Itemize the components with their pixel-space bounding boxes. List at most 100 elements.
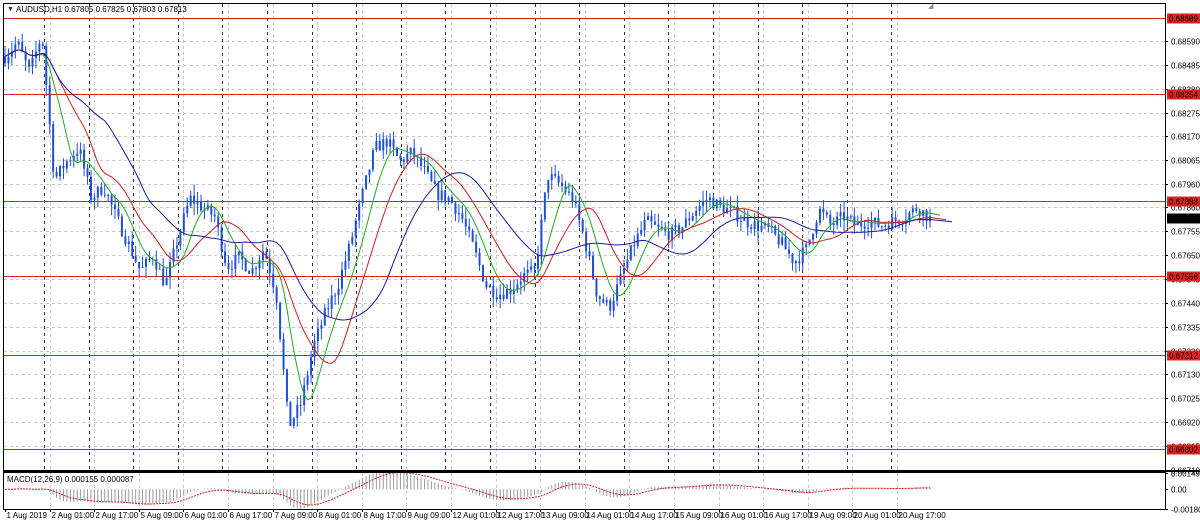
candle-body [536,255,539,269]
time-tick-label: 16 Aug 01:00 [721,511,769,520]
time-tick-label: 1 Aug 2019 [7,511,48,520]
candle-body [454,202,457,214]
time-axis: 1 Aug 2019 2 Aug 01:00 2 Aug 17:00 5 Aug 09… [5,509,946,520]
candle-body [127,241,130,245]
candle-body [609,300,612,311]
candle-body [406,154,409,162]
current-price-label: 0.67813 [1169,215,1198,224]
candle-body [640,230,643,234]
candle-body [148,258,151,260]
candle-body [354,220,357,237]
candle-body [279,302,282,340]
candle-body [389,139,392,147]
candle-body [244,259,247,271]
candle-body [578,203,581,220]
candle-body [83,149,86,169]
candle-body [722,204,725,214]
candle-body [839,212,842,217]
candle-body [633,245,636,247]
chart-shift-icon[interactable]: ◢ [928,3,934,10]
price-tick-label: 0.68170 [1171,133,1200,142]
price-chart[interactable]: 0.685900.684850.683800.682750.681700.680… [0,0,1200,523]
macd-tick-label: 0.00 [1171,486,1187,495]
candle-body [255,268,258,270]
candle-body [818,208,821,223]
candle-body [31,57,34,67]
candle-body [746,217,749,228]
candle-body [753,220,756,229]
symbol-info: AUDUSD,H1 0.67805 0.67825 0.67803 0.6781… [16,5,187,14]
candle-body [457,213,460,215]
candle-body [368,169,371,176]
time-tick-label: 13 Aug 09:00 [542,511,590,520]
time-tick-label: 19 Aug 09:00 [810,511,858,520]
candle-body [375,141,378,151]
candle-body [581,219,584,232]
candle-body [48,85,51,125]
candle-body [371,150,374,170]
candle-body [691,215,694,221]
collapse-icon[interactable]: ▼ [7,6,14,13]
candle-body [499,294,502,300]
candle-body [815,222,818,234]
time-tick-label: 9 Aug 09:00 [408,511,451,520]
candle-body [89,176,92,201]
candle-body [4,56,6,64]
time-tick-label: 15 Aug 09:00 [676,511,724,520]
macd-tick-label: 0.001491 [1171,470,1200,479]
candle-body [285,369,288,402]
candle-body [808,239,811,245]
candle-body [602,299,605,303]
candle-body [447,197,450,201]
level-price-label: 0.67558 [1169,273,1198,282]
candle-body [516,284,519,290]
candle-body [7,56,10,64]
candle-body [169,262,172,278]
time-tick-label: 5 Aug 09:00 [141,511,184,520]
candle-body [567,191,570,193]
macd-tick-label: -0.001808 [1171,506,1200,515]
candle-body [451,197,454,203]
price-tick-label: 0.67335 [1171,324,1200,333]
candle-body [475,241,478,253]
candle-body [227,262,230,270]
candle-body [750,227,753,229]
candle-body [561,182,564,187]
candle-body [334,295,337,297]
candle-body [230,268,233,270]
time-tick-label: 8 Aug 17:00 [364,511,407,520]
candle-body [825,212,828,215]
candle-body [110,195,113,205]
price-tick-label: 0.67650 [1171,252,1200,261]
candle-body [430,171,433,181]
candle-body [461,213,464,219]
candle-body [52,124,55,172]
candle-body [175,245,178,249]
candle-body [612,300,615,311]
candle-body [351,236,354,244]
candle-body [781,237,784,245]
candle-body [296,404,299,419]
candle-body [107,195,110,197]
candle-body [667,230,670,241]
candle-body [526,269,529,273]
candle-body [664,228,667,231]
time-tick-label: 6 Aug 01:00 [185,511,228,520]
candle-body [794,261,797,264]
candle-body [144,258,147,267]
candle-body [306,375,309,385]
candle-body [884,225,887,227]
candle-body [698,205,701,211]
candle-body [739,221,742,223]
price-tick-label: 0.67130 [1171,371,1200,380]
candle-body [530,266,533,270]
candle-body [444,190,447,201]
candle-body [234,254,237,269]
candle-body [248,270,251,274]
candle-body [911,208,914,213]
candle-body [120,216,123,237]
candle-body [805,244,808,248]
candle-body [585,231,588,252]
price-tick-label: 0.68590 [1171,38,1200,47]
candle-body [557,175,560,183]
